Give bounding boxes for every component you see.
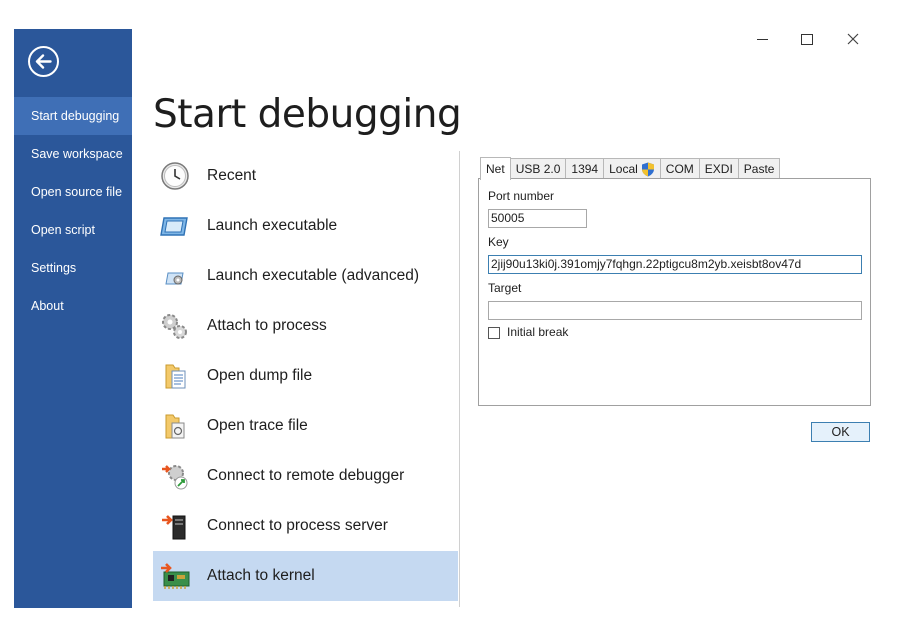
initial-break-label: Initial break	[507, 325, 569, 339]
tab-label: 1394	[571, 162, 599, 176]
process-server-icon	[162, 515, 186, 540]
tab-usb[interactable]: USB 2.0	[509, 158, 567, 179]
page-title: Start debugging	[153, 92, 462, 137]
tab-net[interactable]: Net	[480, 157, 511, 180]
maximize-button[interactable]	[794, 26, 820, 52]
back-button[interactable]	[28, 46, 59, 77]
sidebar-item-open-script[interactable]: Open script	[14, 211, 132, 249]
net-settings-panel: Port number 50005 Key 2jij90u13ki0j.391o…	[478, 178, 871, 406]
sidebar-item-save-workspace[interactable]: Save workspace	[14, 135, 132, 173]
connection-tabs: Net USB 2.0 1394 Local COM EXDI Paste	[480, 157, 781, 180]
option-attach-to-kernel[interactable]: Attach to kernel	[153, 551, 458, 601]
tab-label: Local	[609, 162, 638, 176]
option-label: Launch executable	[207, 217, 338, 234]
close-button[interactable]	[840, 26, 866, 52]
port-number-input[interactable]: 50005	[488, 209, 587, 228]
tab-local[interactable]: Local	[603, 158, 661, 179]
gears-icon	[162, 314, 187, 339]
tab-exdi[interactable]: EXDI	[698, 158, 739, 179]
tab-paste[interactable]: Paste	[737, 158, 781, 179]
option-attach-to-process[interactable]: Attach to process	[153, 301, 458, 351]
option-label: Open trace file	[207, 417, 308, 434]
option-recent[interactable]: Recent	[153, 151, 458, 201]
minimize-icon	[756, 38, 768, 40]
sidebar-item-open-source-file[interactable]: Open source file	[14, 173, 132, 211]
back-arrow-icon	[35, 54, 52, 69]
close-icon	[847, 33, 859, 45]
debug-options-list: Recent Launch executable Launch executab…	[153, 151, 458, 601]
tab-com[interactable]: COM	[659, 158, 700, 179]
option-open-dump-file[interactable]: Open dump file	[153, 351, 458, 401]
tab-label: COM	[665, 162, 694, 176]
folder-document-icon	[165, 364, 186, 389]
folder-trace-icon	[165, 414, 185, 439]
port-number-label: Port number	[488, 189, 555, 203]
divider	[459, 151, 460, 607]
clock-icon	[161, 162, 189, 190]
key-input[interactable]: 2jij90u13ki0j.391omjy7fqhgn.22ptigcu8m2y…	[488, 255, 862, 274]
ok-button[interactable]: OK	[811, 422, 870, 442]
tab-label: EXDI	[704, 162, 733, 176]
sidebar: Start debugging Save workspace Open sour…	[14, 29, 132, 608]
circuit-board-icon	[161, 563, 190, 589]
option-label: Connect to process server	[207, 517, 388, 534]
target-label: Target	[488, 281, 522, 295]
option-label: Recent	[207, 167, 257, 184]
target-input[interactable]	[488, 301, 862, 320]
maximize-icon	[801, 33, 813, 45]
option-connect-to-remote-debugger[interactable]: Connect to remote debugger	[153, 451, 458, 501]
tab-label: USB 2.0	[515, 162, 561, 176]
option-label: Open dump file	[207, 367, 313, 384]
option-connect-to-process-server[interactable]: Connect to process server	[153, 501, 458, 551]
option-launch-executable[interactable]: Launch executable	[153, 201, 458, 251]
option-label: Attach to process	[207, 317, 327, 334]
sidebar-item-settings[interactable]: Settings	[14, 249, 132, 287]
initial-break-checkbox[interactable]	[488, 327, 500, 339]
sidebar-item-about[interactable]: About	[14, 287, 132, 325]
remote-debugger-icon	[162, 465, 188, 490]
key-label: Key	[488, 235, 509, 249]
tab-label: Paste	[743, 162, 775, 176]
option-label: Attach to kernel	[207, 567, 315, 584]
option-label: Launch executable (advanced)	[207, 267, 419, 284]
sidebar-nav: Start debugging Save workspace Open sour…	[14, 97, 132, 325]
option-launch-executable-advanced[interactable]: Launch executable (advanced)	[153, 251, 458, 301]
sidebar-item-start-debugging[interactable]: Start debugging	[14, 97, 132, 135]
tab-1394[interactable]: 1394	[565, 158, 605, 179]
window-icon	[160, 217, 188, 236]
minimize-button[interactable]	[749, 26, 775, 52]
option-label: Connect to remote debugger	[207, 467, 405, 484]
uac-shield-icon	[641, 162, 654, 176]
tab-label: Net	[486, 162, 505, 176]
option-open-trace-file[interactable]: Open trace file	[153, 401, 458, 451]
window-gear-icon	[165, 272, 184, 285]
